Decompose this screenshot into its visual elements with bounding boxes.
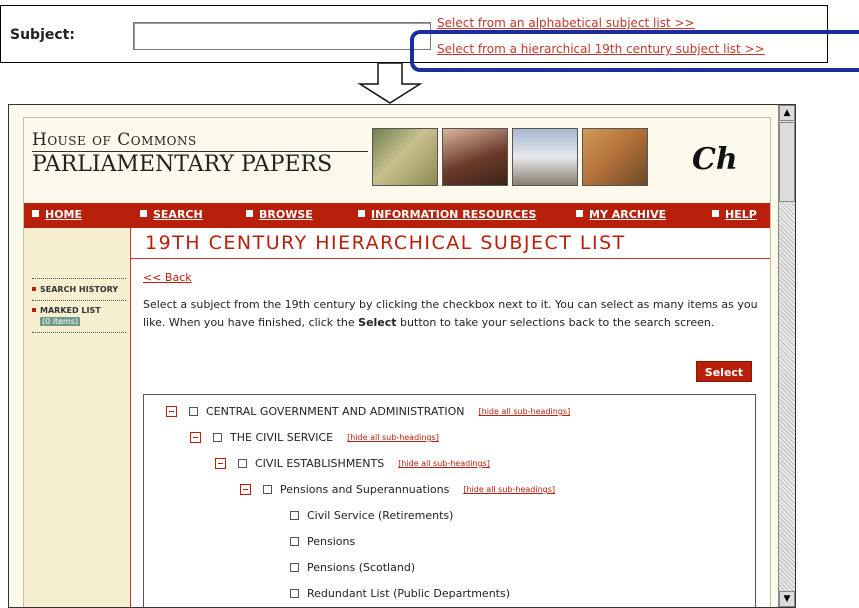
subject-checkbox[interactable] bbox=[263, 485, 272, 494]
tree-node: Pensions bbox=[290, 535, 355, 548]
tree-node-label: Redundant List (Public Departments) bbox=[307, 587, 511, 600]
search-history-label: SEARCH HISTORY bbox=[40, 285, 119, 294]
subject-checkbox[interactable] bbox=[189, 407, 198, 416]
hide-sub-headings-link[interactable]: [hide all sub-headings] bbox=[463, 485, 555, 494]
tree-node-label: Pensions (Scotland) bbox=[307, 561, 416, 574]
nav-my-archive-label: MY ARCHIVE bbox=[589, 208, 667, 221]
tree-node-label: Civil Service (Retirements) bbox=[307, 509, 454, 522]
down-arrow-icon bbox=[357, 62, 423, 104]
nav-browse[interactable]: BROWSE bbox=[246, 208, 313, 221]
scroll-down-button[interactable]: ▼ bbox=[779, 591, 795, 607]
browser-window: ▲ ▼ House of Commons PARLIAMENTARY PAPER… bbox=[8, 104, 796, 608]
nav-help-label: HELP bbox=[725, 208, 757, 221]
collapse-icon[interactable] bbox=[166, 406, 177, 417]
square-bullet-icon bbox=[576, 210, 583, 217]
subject-checkbox[interactable] bbox=[290, 563, 299, 572]
tree-node: Redundant List (Public Departments) bbox=[290, 587, 510, 600]
logo-text-top: House of Commons bbox=[32, 130, 197, 150]
vertical-scrollbar[interactable]: ▲ ▼ bbox=[778, 105, 795, 607]
square-bullet-icon bbox=[358, 210, 365, 217]
collapse-icon[interactable] bbox=[240, 484, 251, 495]
sidebar: SEARCH HISTORY MARKED LIST (0 items) bbox=[24, 228, 131, 607]
nav-home-label: HOME bbox=[45, 208, 83, 221]
nav-my-archive[interactable]: MY ARCHIVE bbox=[576, 208, 666, 221]
marked-list-label: MARKED LIST bbox=[40, 306, 101, 315]
site-header: House of Commons PARLIAMENTARY PAPERS Ch bbox=[24, 118, 770, 203]
tree-node-label: THE CIVIL SERVICE bbox=[230, 431, 334, 444]
hide-sub-headings-link[interactable]: [hide all sub-headings] bbox=[398, 459, 490, 468]
subject-input[interactable] bbox=[133, 22, 431, 50]
subject-label: Subject: bbox=[10, 27, 75, 43]
subject-checkbox[interactable] bbox=[290, 537, 299, 546]
nav-search[interactable]: SEARCH bbox=[140, 208, 203, 221]
nav-information-resources[interactable]: INFORMATION RESOURCES bbox=[358, 208, 536, 221]
tree-node: Pensions (Scotland) bbox=[290, 561, 415, 574]
alphabetical-subject-list-link[interactable]: Select from an alphabetical subject list… bbox=[437, 16, 695, 30]
instructions-part-2: button to take your selections back to t… bbox=[396, 316, 715, 329]
tree-node-label: Pensions and Superannuations bbox=[280, 483, 450, 496]
sidebar-item-marked-list[interactable]: MARKED LIST (0 items) bbox=[32, 304, 126, 333]
logo-text-bottom: PARLIAMENTARY PAPERS bbox=[32, 152, 333, 177]
web-page: House of Commons PARLIAMENTARY PAPERS Ch… bbox=[23, 117, 771, 607]
hide-sub-headings-link[interactable]: [hide all sub-headings] bbox=[479, 407, 571, 416]
sidebar-item-search-history[interactable]: SEARCH HISTORY bbox=[32, 278, 126, 301]
header-image-horses bbox=[442, 128, 508, 186]
collapse-icon[interactable] bbox=[190, 432, 201, 443]
tree-node-label: CIVIL ESTABLISHMENTS bbox=[255, 457, 385, 470]
collapse-icon[interactable] bbox=[215, 458, 226, 469]
subject-checkbox[interactable] bbox=[238, 459, 247, 468]
instructions-bold: Select bbox=[358, 316, 397, 329]
square-bullet-icon bbox=[32, 210, 39, 217]
header-image-painting bbox=[582, 128, 648, 186]
tree-node: CENTRAL GOVERNMENT AND ADMINISTRATION [hi… bbox=[166, 405, 570, 418]
header-image-portrait bbox=[372, 128, 438, 186]
subject-checkbox[interactable] bbox=[290, 511, 299, 520]
nav-home[interactable]: HOME bbox=[32, 208, 82, 221]
square-bullet-icon bbox=[246, 210, 253, 217]
nav-browse-label: BROWSE bbox=[259, 208, 313, 221]
subject-checkbox[interactable] bbox=[290, 589, 299, 598]
back-link[interactable]: << Back bbox=[143, 271, 192, 284]
main-nav: HOME SEARCH BROWSE INFORMATION RESOURCES… bbox=[24, 203, 770, 228]
highlight-bracket bbox=[410, 30, 859, 72]
bullet-icon bbox=[32, 287, 36, 291]
square-bullet-icon bbox=[712, 210, 719, 217]
square-bullet-icon bbox=[140, 210, 147, 217]
tree-node: CIVIL ESTABLISHMENTS [hide all sub-headin… bbox=[215, 457, 490, 470]
instructions-text: Select a subject from the 19th century b… bbox=[143, 296, 765, 332]
bullet-icon bbox=[32, 308, 36, 312]
main-content: 19TH CENTURY HIERARCHICAL SUBJECT LIST <… bbox=[131, 228, 770, 607]
tree-node: Civil Service (Retirements) bbox=[290, 509, 453, 522]
tree-node: Pensions and Superannuations [hide all su… bbox=[240, 483, 555, 496]
nav-search-label: SEARCH bbox=[153, 208, 203, 221]
subject-checkbox[interactable] bbox=[213, 433, 222, 442]
select-button[interactable]: Select bbox=[696, 361, 752, 382]
tree-node-label: Pensions bbox=[307, 535, 356, 548]
hide-sub-headings-link[interactable]: [hide all sub-headings] bbox=[347, 433, 439, 442]
chadwyck-logo: Ch bbox=[692, 142, 738, 177]
tree-node-label: CENTRAL GOVERNMENT AND ADMINISTRATION bbox=[206, 405, 465, 418]
marked-count-badge: (0 items) bbox=[40, 317, 81, 326]
nav-information-resources-label: INFORMATION RESOURCES bbox=[371, 208, 537, 221]
title-divider bbox=[131, 258, 770, 259]
header-image-concorde bbox=[512, 128, 578, 186]
scroll-thumb[interactable] bbox=[779, 122, 795, 202]
tree-node: THE CIVIL SERVICE [hide all sub-headings] bbox=[190, 431, 439, 444]
subject-tree: CENTRAL GOVERNMENT AND ADMINISTRATION [hi… bbox=[143, 394, 756, 607]
scroll-up-button[interactable]: ▲ bbox=[779, 105, 795, 121]
nav-help[interactable]: HELP bbox=[712, 208, 757, 221]
page-title: 19TH CENTURY HIERARCHICAL SUBJECT LIST bbox=[145, 232, 626, 254]
